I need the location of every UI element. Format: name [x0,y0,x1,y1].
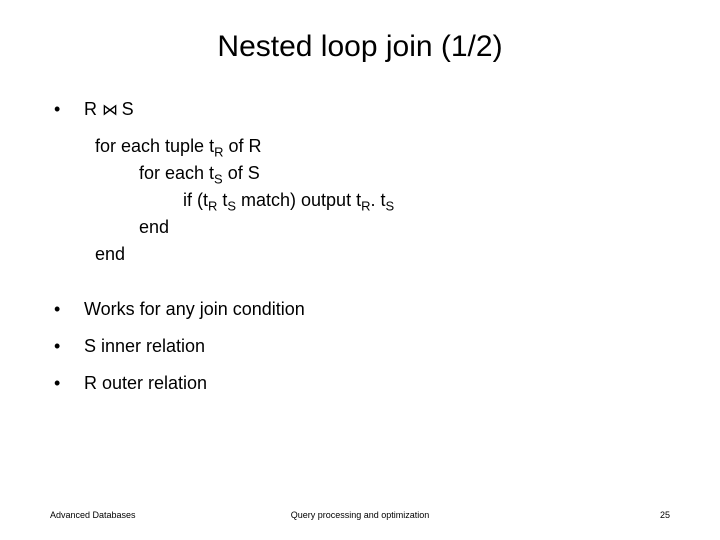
footer-left: Advanced Databases [50,510,136,520]
algo-condition: if (tR tS match) output tR. tS [95,187,670,214]
bullet-mark-icon: • [50,96,84,123]
bullet-text: S inner relation [84,333,670,360]
bullet-text: Works for any join condition [84,296,670,323]
bullet-item: • Works for any join condition [50,296,670,323]
bullet-item: • S inner relation [50,333,670,360]
bullet-mark-icon: • [50,296,84,323]
algo-subscript: S [227,199,236,214]
algo-text: of R [223,136,261,156]
bullet-join-expression: • R ⋈ S [50,96,670,123]
algo-subscript: S [385,199,394,214]
join-expression: R ⋈ S [84,96,670,123]
algo-subscript: R [208,199,217,214]
bowtie-icon: ⋈ [102,101,117,119]
bullets-group: • Works for any join condition • S inner… [50,296,670,397]
algo-outer-loop: for each tuple tR of R [95,133,670,160]
algo-end-inner: end [95,214,670,241]
footer-page-number: 25 [660,510,670,520]
algo-end-outer: end [95,241,670,268]
bullet-text: R outer relation [84,370,670,397]
bullet-mark-icon: • [50,370,84,397]
bullet-item: • R outer relation [50,370,670,397]
algo-inner-loop: for each tS of S [95,160,670,187]
slide-content: • R ⋈ S for each tuple tR of R for each … [50,96,670,397]
join-rhs: S [122,99,134,119]
algo-text: for each tuple t [95,136,214,156]
algo-text: . t [370,190,385,210]
bullet-mark-icon: • [50,333,84,360]
slide-footer: Advanced Databases Query processing and … [0,510,720,520]
algo-text: of S [223,163,260,183]
algo-text: t [217,190,227,210]
algo-text: for each t [139,163,214,183]
slide-title: Nested loop join (1/2) [50,30,670,64]
slide: Nested loop join (1/2) • R ⋈ S for each … [0,0,720,540]
algorithm-block: for each tuple tR of R for each tS of S … [95,133,670,268]
join-lhs: R [84,99,97,119]
algo-text: if (t [183,190,208,210]
algo-text: match) output t [236,190,361,210]
algo-subscript: S [214,172,223,187]
